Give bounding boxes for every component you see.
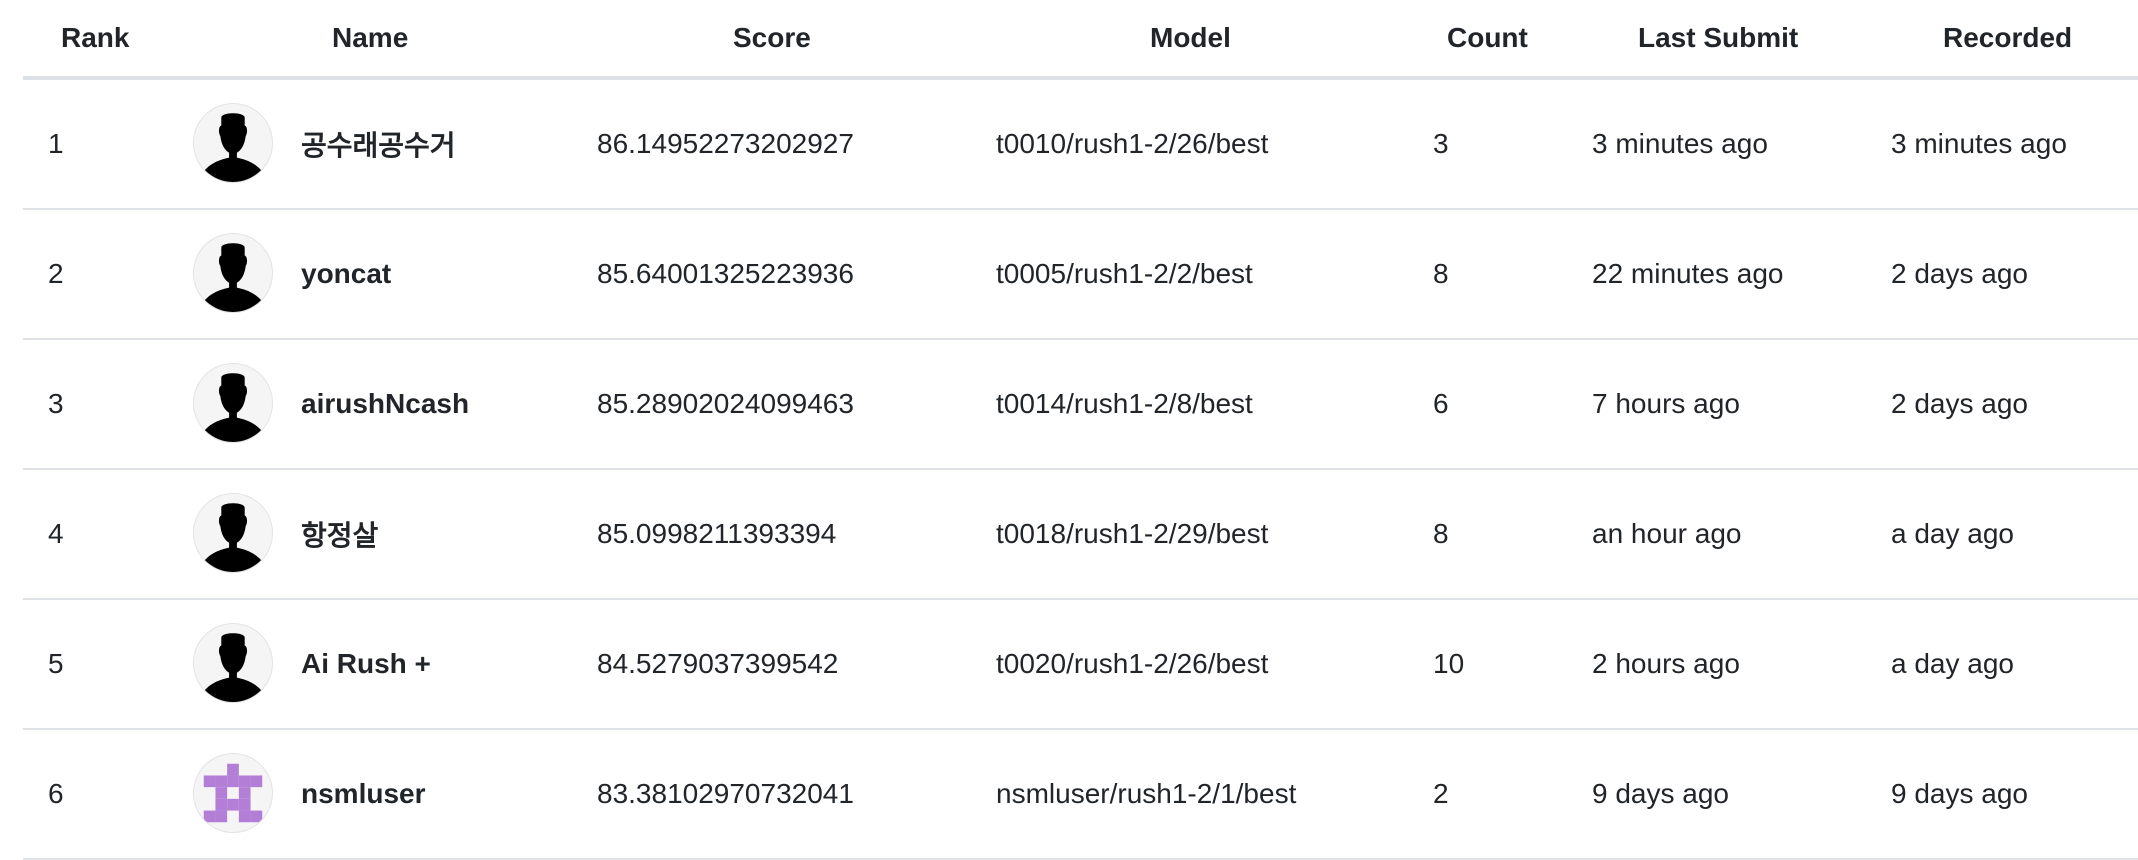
name-cell[interactable]: 항정살	[301, 470, 378, 598]
leaderboard-table: Rank Name Score Model Count Last Submit …	[23, 0, 2138, 860]
user-silhouette-icon[interactable]	[193, 103, 273, 183]
user-silhouette-icon[interactable]	[193, 493, 273, 573]
recorded-cell: 2 days ago	[1891, 388, 2028, 419]
count-cell: 8	[1433, 258, 1449, 289]
count-cell: 8	[1433, 518, 1449, 549]
table-row[interactable]: 6 nsmluser 83.38102970732041 nsmluser/rush1…	[23, 730, 2138, 860]
count-cell: 10	[1433, 648, 1465, 679]
recorded-cell: 2 days ago	[1891, 258, 2028, 289]
rank-cell: 6	[48, 778, 64, 809]
name-cell[interactable]: Ai Rush +	[301, 600, 431, 728]
model-cell: t0020/rush1-2/26/best	[996, 648, 1269, 679]
recorded-cell: a day ago	[1891, 518, 2014, 549]
count-cell: 2	[1433, 778, 1449, 809]
last-submit-cell: 3 minutes ago	[1592, 128, 1768, 159]
score-cell: 85.0998211393394	[597, 518, 837, 549]
identicon-avatar-icon[interactable]	[193, 753, 273, 833]
last-submit-cell: 2 hours ago	[1592, 648, 1740, 679]
score-cell: 84.5279037399542	[597, 648, 839, 679]
score-cell: 85.64001325223936	[597, 258, 854, 289]
table-row[interactable]: 4 항정살 85.0998211393394 t0018/rush1-2/29/bes…	[23, 470, 2138, 600]
header-count[interactable]: Count	[1447, 20, 1528, 56]
user-silhouette-icon[interactable]	[193, 233, 273, 313]
header-rank[interactable]: Rank	[61, 20, 129, 56]
name-cell[interactable]: airushNcash	[301, 340, 469, 468]
table-row[interactable]: 1 공수래공수거 86.14952273202927 t0010/rush1-2/26…	[23, 80, 2138, 210]
user-silhouette-icon[interactable]	[193, 623, 273, 703]
table-row[interactable]: 3 airushNcash 85.28902024099463 t0014/rush1…	[23, 340, 2138, 470]
rank-cell: 5	[48, 648, 64, 679]
last-submit-cell: 7 hours ago	[1592, 388, 1740, 419]
model-cell: t0010/rush1-2/26/best	[996, 128, 1269, 159]
user-silhouette-icon[interactable]	[193, 363, 273, 443]
name-cell[interactable]: nsmluser	[301, 730, 426, 858]
rank-cell: 4	[48, 518, 64, 549]
score-cell: 86.14952273202927	[597, 128, 854, 159]
header-last-submit[interactable]: Last Submit	[1638, 20, 1798, 56]
rank-cell: 3	[48, 388, 64, 419]
header-name[interactable]: Name	[332, 20, 408, 56]
header-score[interactable]: Score	[733, 20, 811, 56]
score-cell: 83.38102970732041	[597, 778, 854, 809]
model-cell: t0018/rush1-2/29/best	[996, 518, 1269, 549]
name-cell[interactable]: 공수래공수거	[301, 80, 456, 208]
score-cell: 85.28902024099463	[597, 388, 854, 419]
recorded-cell: 3 minutes ago	[1891, 128, 2067, 159]
header-model[interactable]: Model	[1150, 20, 1231, 56]
table-row[interactable]: 2 yoncat 85.64001325223936 t0005/rush1-2/2/…	[23, 210, 2138, 340]
recorded-cell: a day ago	[1891, 648, 2014, 679]
model-cell: nsmluser/rush1-2/1/best	[996, 778, 1297, 809]
rank-cell: 1	[48, 128, 64, 159]
table-header: Rank Name Score Model Count Last Submit …	[23, 0, 2138, 80]
table-row[interactable]: 5 Ai Rush + 84.5279037399542 t0020/rush1-2/…	[23, 600, 2138, 730]
last-submit-cell: 9 days ago	[1592, 778, 1729, 809]
name-cell[interactable]: yoncat	[301, 210, 391, 338]
rank-cell: 2	[48, 258, 64, 289]
count-cell: 3	[1433, 128, 1449, 159]
last-submit-cell: 22 minutes ago	[1592, 258, 1784, 289]
header-recorded[interactable]: Recorded	[1943, 20, 2072, 56]
recorded-cell: 9 days ago	[1891, 778, 2028, 809]
count-cell: 6	[1433, 388, 1449, 419]
model-cell: t0014/rush1-2/8/best	[996, 388, 1253, 419]
last-submit-cell: an hour ago	[1592, 518, 1742, 549]
table-body: 1 공수래공수거 86.14952273202927 t0010/rush1-2/26…	[23, 80, 2138, 860]
model-cell: t0005/rush1-2/2/best	[996, 258, 1253, 289]
